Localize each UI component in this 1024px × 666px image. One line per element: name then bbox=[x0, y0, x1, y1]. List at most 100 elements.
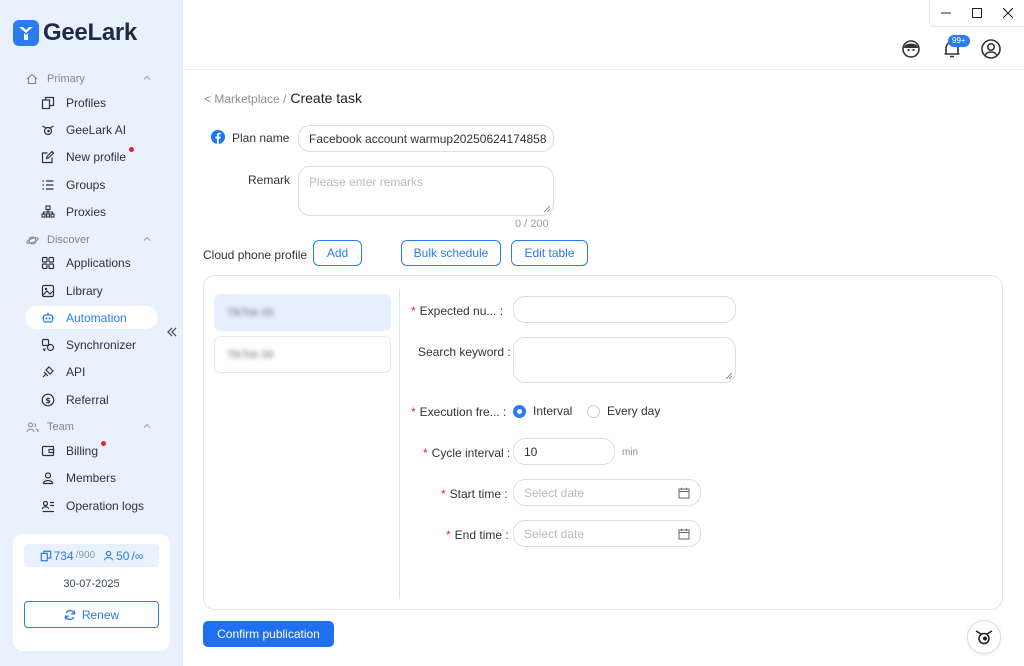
sidebar-item-operation-logs[interactable]: Operation logs bbox=[25, 494, 158, 517]
sidebar-item-api[interactable]: API bbox=[25, 360, 158, 383]
search-keyword-label: Search keyword : bbox=[418, 345, 511, 359]
logo-text: GeeLark bbox=[43, 19, 137, 46]
remark-textarea[interactable]: Please enter remarks bbox=[298, 166, 554, 216]
profile-quota: 734/900 bbox=[40, 548, 96, 563]
list-icon bbox=[40, 177, 56, 193]
home-icon bbox=[25, 72, 39, 86]
radio-selected bbox=[513, 404, 526, 418]
chevron-up-icon bbox=[142, 234, 152, 247]
apps-grid-icon bbox=[40, 255, 56, 271]
profile-name: TikTok 06 bbox=[227, 348, 274, 361]
expected-number-label: * Expected nu... : bbox=[411, 304, 504, 318]
team-icon bbox=[25, 420, 39, 434]
refresh-icon bbox=[64, 609, 76, 620]
members-quota-icon bbox=[104, 550, 114, 561]
profile-list-item[interactable]: TikTok 09 bbox=[214, 294, 391, 331]
breadcrumb: < Marketplace / Create task bbox=[204, 90, 362, 106]
account-icon[interactable] bbox=[980, 38, 1002, 60]
sidebar-item-label: GeeLark AI bbox=[66, 122, 127, 137]
sidebar-item-synchronizer[interactable]: Synchronizer bbox=[25, 333, 158, 356]
frequency-interval-label: Interval bbox=[533, 404, 573, 418]
sidebar-item-groups[interactable]: Groups bbox=[25, 173, 158, 196]
profiles-quota-icon bbox=[40, 550, 51, 561]
cloud-phone-profile-label: Cloud phone profile bbox=[203, 248, 308, 262]
frequency-interval-radio[interactable]: Interval bbox=[513, 404, 572, 418]
edit-icon bbox=[40, 149, 56, 165]
sidebar-item-label-wrap: Billing bbox=[66, 440, 107, 458]
section-team-label: Team bbox=[47, 421, 74, 433]
page-title: Create task bbox=[290, 90, 362, 106]
sidebar-item-label: Profiles bbox=[66, 95, 107, 110]
logo[interactable]: GeeLark bbox=[13, 19, 137, 47]
sidebar: GeeLark Primary Profiles GeeLark AI New … bbox=[0, 0, 183, 666]
frequency-every-day-radio[interactable]: Every day bbox=[587, 404, 660, 418]
remark-placeholder: Please enter remarks bbox=[309, 175, 424, 189]
members-used: 50 bbox=[116, 548, 130, 563]
sidebar-item-members[interactable]: Members bbox=[25, 466, 158, 489]
bulk-schedule-button[interactable]: Bulk schedule bbox=[401, 240, 501, 266]
section-discover[interactable]: Discover bbox=[25, 232, 151, 248]
members-total: /∞ bbox=[131, 548, 144, 563]
edit-table-button[interactable]: Edit table bbox=[511, 240, 588, 266]
sidebar-item-profiles[interactable]: Profiles bbox=[25, 91, 158, 114]
frequency-every-day-label: Every day bbox=[607, 404, 661, 418]
sidebar-item-automation[interactable]: Automation bbox=[25, 306, 158, 329]
sidebar-item-referral[interactable]: $ Referral bbox=[25, 388, 158, 411]
section-primary[interactable]: Primary bbox=[25, 71, 151, 87]
section-discover-label: Discover bbox=[47, 234, 90, 246]
plan-name-input[interactable]: Facebook account warmup20250624174858 bbox=[298, 125, 554, 152]
resize-handle-icon bbox=[543, 205, 550, 212]
collapse-sidebar-icon[interactable] bbox=[166, 325, 178, 341]
maximize-icon[interactable] bbox=[961, 0, 992, 26]
sidebar-item-label: Proxies bbox=[66, 204, 107, 219]
renew-label: Renew bbox=[81, 607, 120, 622]
remark-char-counter: 0 / 200 bbox=[515, 218, 549, 230]
cycle-interval-input[interactable]: 10 bbox=[513, 438, 615, 465]
sidebar-item-applications[interactable]: Applications bbox=[25, 251, 158, 274]
ai-eye-icon bbox=[40, 122, 56, 138]
sidebar-item-new-profile[interactable]: New profile bbox=[25, 145, 158, 168]
profile-list-item[interactable]: TikTok 06 bbox=[214, 336, 391, 373]
section-team[interactable]: Team bbox=[25, 419, 151, 435]
sidebar-item-label: Billing bbox=[66, 443, 99, 458]
support-agent-icon[interactable] bbox=[900, 38, 922, 60]
robot-icon bbox=[40, 310, 56, 326]
start-time-picker[interactable]: Select date bbox=[513, 479, 701, 506]
calendar-icon bbox=[678, 487, 690, 499]
sidebar-item-label: Referral bbox=[66, 392, 109, 407]
chevron-up-icon bbox=[142, 73, 152, 86]
end-time-picker[interactable]: Select date bbox=[513, 520, 701, 547]
cycle-interval-label: * Cycle interval : bbox=[423, 446, 511, 460]
sidebar-item-label: Operation logs bbox=[66, 498, 145, 513]
panel-divider bbox=[399, 289, 400, 599]
profiles-total: /900 bbox=[75, 550, 96, 561]
minimize-icon[interactable] bbox=[930, 0, 961, 26]
user-log-icon bbox=[40, 498, 56, 514]
confirm-publication-button[interactable]: Confirm publication bbox=[203, 621, 334, 647]
sidebar-item-proxies[interactable]: Proxies bbox=[25, 200, 158, 223]
renew-button[interactable]: Renew bbox=[24, 601, 159, 628]
breadcrumb-marketplace-link[interactable]: < Marketplace / bbox=[204, 92, 286, 106]
sync-icon bbox=[40, 337, 56, 353]
remark-label: Remark bbox=[248, 173, 291, 187]
search-keyword-textarea[interactable] bbox=[513, 337, 736, 383]
wallet-icon bbox=[40, 443, 56, 459]
sidebar-item-geelark-ai[interactable]: GeeLark AI bbox=[25, 118, 158, 141]
profiles-used: 734 bbox=[53, 548, 74, 563]
section-primary-label: Primary bbox=[47, 73, 85, 85]
ai-assistant-icon[interactable] bbox=[967, 620, 1001, 654]
sidebar-item-label: Library bbox=[66, 283, 103, 298]
start-time-placeholder: Select date bbox=[524, 485, 585, 500]
profile-name: TikTok 09 bbox=[227, 306, 274, 319]
sidebar-item-library[interactable]: Library bbox=[25, 279, 158, 302]
start-time-label: * Start time : bbox=[441, 487, 508, 501]
close-icon[interactable] bbox=[993, 0, 1024, 26]
expiry-date: 30-07-2025 bbox=[63, 578, 120, 590]
end-time-placeholder: Select date bbox=[524, 526, 585, 541]
expected-number-input[interactable] bbox=[513, 296, 736, 323]
chevron-up-icon bbox=[142, 421, 152, 434]
add-profile-button[interactable]: Add bbox=[313, 240, 362, 266]
sidebar-item-billing[interactable]: Billing bbox=[25, 439, 158, 462]
network-icon bbox=[40, 204, 56, 220]
sidebar-item-label: Groups bbox=[66, 177, 106, 192]
